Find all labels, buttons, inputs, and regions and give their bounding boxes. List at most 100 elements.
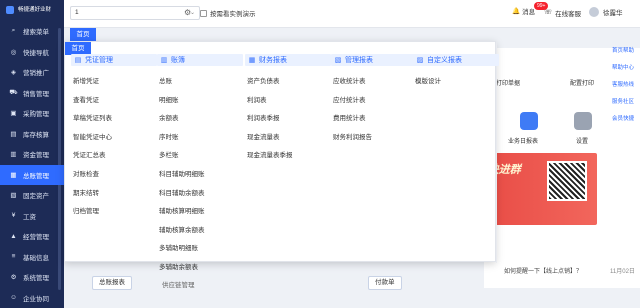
headset-icon: ☏ [544,9,553,16]
user-name: 徐露华 [603,10,623,17]
sidebar-item-label: 系统管理 [23,275,49,282]
ledger-icon: ▦ [10,171,17,179]
menu-column-header: ▦ 财务报表 [245,54,331,66]
menu-item[interactable]: 科目辅助明细账 [159,168,205,178]
online-service-button[interactable]: ☏ 在线客服 [544,8,581,18]
avatar [589,7,599,17]
menu-item[interactable]: 现金流量表季报 [247,149,293,159]
menu-column-title: 凭证管理 [85,57,113,64]
news-item[interactable]: 如何提醒一下【线上点销】？ [504,266,582,275]
menu-item[interactable]: 多辅助余额表 [159,261,198,271]
menu-item[interactable]: 现金流量表 [247,131,280,141]
sidebar-item[interactable]: ⛟ 销售管理 [0,83,64,103]
gear-icon[interactable]: ⚙ [184,8,191,17]
sidebar-item[interactable]: ▦ 总账管理 [0,164,64,185]
menu-item[interactable]: 模版设计 [415,75,441,85]
menu-item[interactable]: 总账 [159,75,172,85]
settings-tile-icon[interactable] [574,112,592,130]
sidebar-item[interactable]: ⚙ 系统管理 [0,267,64,287]
menu-column-header: ▨ 自定义报表 [413,54,499,66]
help-link-home[interactable]: 首页帮助 [612,48,640,55]
sidebar-item[interactable]: ▤ 库存核算 [0,124,64,144]
sidebar-item-label: 搜索菜单 [23,29,49,36]
menu-item[interactable]: 利润表 [247,94,267,104]
sidebar-item[interactable]: ◈ 营销推广 [0,62,64,82]
daily-report-tile-icon[interactable] [520,112,538,130]
logo-mark-icon [6,6,14,14]
menu-item[interactable]: 序时账 [159,131,179,141]
menu-item[interactable]: 期末结转 [73,187,99,197]
menu-item[interactable]: 辅助核算明细账 [159,205,205,215]
help-link-member[interactable]: 会员快捷 [612,116,640,123]
menu-item[interactable]: 查看凭证 [73,94,99,104]
flow-box-payment[interactable]: 付款单 [368,276,402,290]
menu-item[interactable]: 智能凭证中心 [73,131,112,141]
menu-column: ▤ 凭证管理 新增凭证 查看凭证 草稿凭证列表 智能凭证中心 凭证汇总表 对账检查 期末结转 归档… [71,54,157,215]
sidebar-item[interactable]: ¥ 工资 [0,206,64,226]
sidebar-item[interactable]: ☺ 企业协同 [0,288,64,308]
menu-item[interactable]: 财务利润报告 [333,131,372,141]
cart-icon: ⛟ [9,89,18,96]
sidebar-item[interactable]: ≡ 基础信息 [0,247,64,267]
menu-column: ▦ 财务报表资产负债表利润表利润表季报现金流量表现金流量表季报 [245,54,331,159]
menu-item[interactable]: 明细账 [159,94,179,104]
menu-item[interactable]: 归档管理 [73,205,99,215]
checkbox-icon[interactable] [200,9,207,17]
sidebar-item[interactable]: ◎ 快捷导航 [0,42,64,62]
sidebar-item[interactable]: ▣ 采购管理 [0,103,64,123]
menu-item[interactable]: 多辅助明细账 [159,242,198,252]
user-menu[interactable]: 徐露华 [589,7,623,17]
sidebar-item[interactable]: ▲ 经营管理 [0,226,64,246]
menu-column-header: ▧ 管理报表 [331,54,417,66]
bag-icon: ▣ [10,110,17,117]
company-select[interactable]: 1 ⌄ [70,6,200,20]
sidebar-item-label: 销售管理 [23,90,49,98]
menu-item[interactable]: 凭证汇总表 [73,149,106,159]
news-date: 11月02日 [610,269,635,275]
menu-item[interactable]: 对账检查 [73,168,99,178]
print-docs-label[interactable]: 打印单据 [496,78,520,87]
settings-tile-label[interactable]: 设置 [576,136,588,145]
menu-column: ▨ 自定义报表 模版设计 [413,54,499,85]
menu-item[interactable]: 余额表 [159,112,179,122]
menu-column-title: 账簿 [171,57,185,64]
menu-item[interactable]: 多栏账 [159,149,179,159]
compass-icon: ◎ [10,48,17,56]
salary-icon: ¥ [11,212,16,219]
tab-home[interactable]: 首页 [70,28,96,42]
menu-item[interactable]: 辅助核算余额表 [159,224,205,234]
messages-button[interactable]: 🔔 消息 [512,6,535,16]
menu-item[interactable]: 应收统计表 [333,75,366,85]
menu-item[interactable]: 科目辅助余额表 [159,187,205,197]
chart-icon: ▲ [10,232,17,240]
menu-column-title: 自定义报表 [427,57,462,64]
sidebar-item[interactable]: ⌕ 搜索菜单 [0,21,64,41]
logo-text: 畅捷通好业财 [18,7,52,13]
people-icon: ☺ [10,294,17,301]
sidebar-item-label: 固定资产 [23,193,49,200]
realtime-demo-label: 按需看实例演示 [210,11,256,18]
flow-label-supply-chain: 供应链管理 [162,282,195,289]
sidebar-item[interactable]: ▥ 资金管理 [0,144,64,164]
menu-item[interactable]: 应付统计表 [333,94,366,104]
messages-label: 消息 [522,9,536,16]
config-print-button[interactable]: 配置打印 [570,78,594,87]
realtime-demo-toggle[interactable]: 按需看实例演示 [200,8,256,18]
menu-item[interactable]: 费用统计表 [333,112,366,122]
megaphone-icon: ◈ [11,69,16,76]
sidebar-item-label: 资金管理 [23,152,49,159]
menu-item[interactable]: 利润表季报 [247,112,280,122]
database-icon: ≡ [11,253,16,260]
app-logo[interactable]: 畅捷通好业财 [0,0,64,20]
menu-column-title: 财务报表 [259,57,287,64]
manage-icon: ▧ [334,57,342,64]
menu-item[interactable]: 新增凭证 [73,75,99,85]
daily-report-label[interactable]: 业务日报表 [508,136,538,145]
menu-item[interactable]: 资产负债表 [247,75,280,85]
menu-item[interactable]: 草稿凭证列表 [73,112,112,122]
help-link-hotline[interactable]: 客服热线 [612,82,640,89]
flow-box-ledger-report[interactable]: 总账报表 [92,276,132,290]
help-link-community[interactable]: 服务社区 [612,99,640,106]
sidebar-item[interactable]: ▧ 固定资产 [0,185,64,205]
help-link-center[interactable]: 帮助中心 [612,65,640,72]
